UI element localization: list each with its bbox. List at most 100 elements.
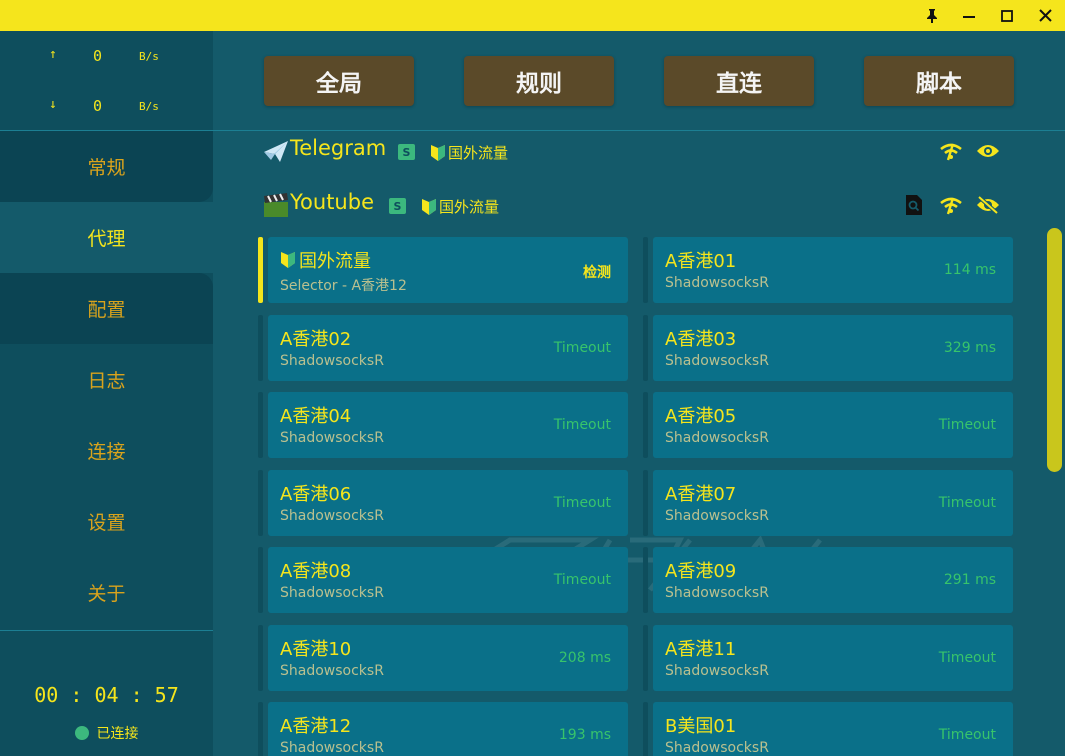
proxy-card-body[interactable]: A香港04 ShadowsocksR Timeout [268, 392, 628, 458]
proxy-group-telegram[interactable]: Telegram S 国外流量 [262, 136, 1022, 166]
proxy-name: A香港06 [280, 480, 351, 506]
connection-label: 已连接 [96, 726, 139, 742]
proxy-delay[interactable]: Timeout [554, 340, 611, 356]
proxy-type: ShadowsocksR [665, 585, 769, 601]
proxy-card[interactable]: 国外流量 Selector - A香港12 检测 [258, 237, 628, 303]
proxy-delay[interactable]: Timeout [554, 417, 611, 433]
proxy-name: A香港02 [280, 325, 351, 351]
mode-rule-button[interactable]: 规则 [464, 56, 614, 106]
proxy-group-youtube[interactable]: Youtube S 国外流量 [262, 190, 1022, 220]
card-indicator [643, 392, 648, 458]
proxy-delay[interactable]: Timeout [554, 495, 611, 511]
proxy-type: ShadowsocksR [280, 740, 384, 756]
proxy-name-text: A香港09 [665, 561, 737, 582]
close-icon[interactable] [1027, 0, 1063, 31]
proxy-delay[interactable]: Timeout [939, 495, 996, 511]
card-indicator [643, 470, 648, 536]
airplane-icon [262, 138, 290, 164]
beginner-icon [422, 198, 436, 215]
sidebar-item-about[interactable]: 关于 [0, 557, 213, 628]
group-type-badge: S [398, 144, 415, 160]
proxy-delay[interactable]: Timeout [554, 572, 611, 588]
proxy-card[interactable]: A香港04 ShadowsocksR Timeout [258, 392, 628, 458]
proxy-card[interactable]: B美国01 ShadowsocksR Timeout [643, 702, 1013, 756]
proxy-delay[interactable]: Timeout [939, 727, 996, 743]
card-indicator [258, 625, 263, 691]
proxy-name-text: A香港11 [665, 639, 737, 660]
mode-global-button[interactable]: 全局 [264, 56, 414, 106]
proxy-delay[interactable]: 193 ms [559, 727, 611, 743]
proxy-name: A香港09 [665, 557, 736, 583]
proxy-card[interactable]: A香港02 ShadowsocksR Timeout [258, 315, 628, 381]
proxy-card[interactable]: A香港07 ShadowsocksR Timeout [643, 470, 1013, 536]
proxy-name: B美国01 [665, 712, 736, 738]
download-unit: B/s [139, 100, 159, 113]
latency-test-icon[interactable] [939, 193, 963, 217]
proxy-card-body[interactable]: A香港07 ShadowsocksR Timeout [653, 470, 1013, 536]
sidebar-divider [0, 630, 213, 631]
sidebar-item-logs[interactable]: 日志 [0, 344, 213, 415]
minimize-icon[interactable] [951, 0, 987, 31]
proxy-card[interactable]: A香港09 ShadowsocksR 291 ms [643, 547, 1013, 613]
proxy-card-body[interactable]: A香港03 ShadowsocksR 329 ms [653, 315, 1013, 381]
proxy-delay[interactable]: 114 ms [944, 262, 996, 278]
proxy-card[interactable]: A香港06 ShadowsocksR Timeout [258, 470, 628, 536]
proxy-name: A香港01 [665, 247, 736, 273]
proxy-type: ShadowsocksR [665, 663, 769, 679]
sidebar-item-settings[interactable]: 设置 [0, 486, 213, 557]
proxy-name-text: A香港06 [280, 484, 352, 505]
proxy-card-body[interactable]: B美国01 ShadowsocksR Timeout [653, 702, 1013, 756]
group-name: Telegram [290, 136, 387, 160]
proxy-card-body[interactable]: A香港08 ShadowsocksR Timeout [268, 547, 628, 613]
proxy-card[interactable]: A香港03 ShadowsocksR 329 ms [643, 315, 1013, 381]
proxy-name-text: A香港08 [280, 561, 352, 582]
proxy-name-text: A香港12 [280, 716, 352, 737]
proxy-delay[interactable]: 329 ms [944, 340, 996, 356]
eye-icon[interactable] [976, 139, 1000, 163]
proxy-name: A香港05 [665, 402, 736, 428]
proxy-delay[interactable]: Timeout [939, 650, 996, 666]
proxy-card-body[interactable]: A香港05 ShadowsocksR Timeout [653, 392, 1013, 458]
maximize-icon[interactable] [989, 0, 1025, 31]
sidebar-item-connections[interactable]: 连接 [0, 415, 213, 486]
eye-off-icon[interactable] [976, 193, 1000, 217]
proxy-name: A香港07 [665, 480, 736, 506]
download-value: 0 [93, 97, 103, 115]
proxy-card-body[interactable]: A香港09 ShadowsocksR 291 ms [653, 547, 1013, 613]
proxy-card-body[interactable]: A香港11 ShadowsocksR Timeout [653, 625, 1013, 691]
proxy-card-body[interactable]: A香港10 ShadowsocksR 208 ms [268, 625, 628, 691]
check-latency-button[interactable]: 检测 [583, 262, 611, 282]
title-bar [0, 0, 1065, 31]
scrollbar-thumb[interactable] [1047, 228, 1062, 472]
group-name: Youtube [290, 190, 374, 214]
proxy-card[interactable]: A香港01 ShadowsocksR 114 ms [643, 237, 1013, 303]
sidebar-item-proxy[interactable]: 代理 [0, 202, 213, 273]
proxy-card[interactable]: A香港05 ShadowsocksR Timeout [643, 392, 1013, 458]
proxy-name-text: B美国01 [665, 716, 737, 737]
proxy-card[interactable]: A香港08 ShadowsocksR Timeout [258, 547, 628, 613]
sidebar-item-general[interactable]: 常规 [0, 131, 213, 202]
search-icon[interactable] [902, 193, 926, 217]
proxy-card-body[interactable]: A香港01 ShadowsocksR 114 ms [653, 237, 1013, 303]
proxy-card[interactable]: A香港12 ShadowsocksR 193 ms [258, 702, 628, 756]
latency-test-icon[interactable] [939, 139, 963, 163]
proxy-delay[interactable]: 208 ms [559, 650, 611, 666]
header-divider [213, 130, 1065, 131]
proxy-card-body[interactable]: A香港06 ShadowsocksR Timeout [268, 470, 628, 536]
proxy-delay[interactable]: Timeout [939, 417, 996, 433]
proxy-card[interactable]: A香港11 ShadowsocksR Timeout [643, 625, 1013, 691]
mode-script-button[interactable]: 脚本 [864, 56, 1014, 106]
elapsed-timer: 00 : 04 : 57 [34, 683, 179, 707]
proxy-card-body[interactable]: 国外流量 Selector - A香港12 检测 [268, 237, 628, 303]
proxy-card-body[interactable]: A香港02 ShadowsocksR Timeout [268, 315, 628, 381]
sidebar-item-profiles[interactable]: 配置 [0, 273, 213, 344]
pin-icon[interactable] [914, 0, 950, 31]
proxy-card-body[interactable]: A香港12 ShadowsocksR 193 ms [268, 702, 628, 756]
proxy-delay[interactable]: 291 ms [944, 572, 996, 588]
clapper-icon [262, 192, 290, 218]
mode-direct-button[interactable]: 直连 [664, 56, 814, 106]
proxy-card[interactable]: A香港10 ShadowsocksR 208 ms [258, 625, 628, 691]
card-indicator [258, 702, 263, 756]
card-indicator [258, 470, 263, 536]
proxy-name-text: A香港10 [280, 639, 352, 660]
